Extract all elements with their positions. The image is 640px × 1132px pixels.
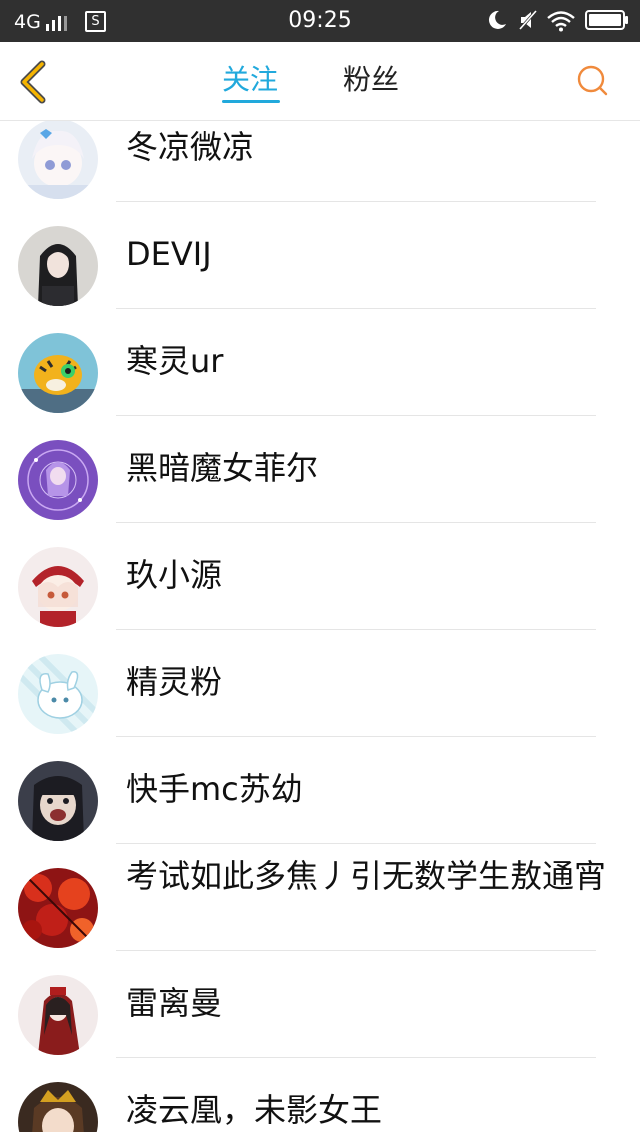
user-name: 快手mc苏幼 (126, 770, 303, 808)
status-bar: 4G S 09:25 (0, 0, 640, 42)
list-item[interactable]: 寒灵ur (0, 309, 640, 416)
avatar[interactable] (18, 121, 98, 199)
list-item[interactable]: 精灵粉 (0, 630, 640, 737)
back-icon[interactable] (16, 60, 50, 104)
user-name: 凌云凰，未影女王 (126, 1091, 383, 1129)
avatar[interactable] (18, 1082, 98, 1132)
list-item[interactable]: 雷离曼 (0, 951, 640, 1058)
user-name: 考试如此多焦丿引无数学生敖通宵 (126, 857, 607, 895)
user-name: 寒灵ur (126, 342, 224, 380)
header: 关注 粉丝 (0, 42, 640, 121)
wifi-icon (547, 11, 575, 32)
user-name: 玖小源 (126, 556, 223, 594)
list-item[interactable]: 冬凉微凉 (0, 121, 640, 202)
list-item[interactable]: 黑暗魔女菲尔 (0, 416, 640, 523)
list-item[interactable]: 考试如此多焦丿引无数学生敖通宵 (0, 844, 640, 951)
user-name: 雷离曼 (126, 984, 223, 1022)
active-tab-indicator (222, 100, 280, 103)
tab-following[interactable]: 关注 (222, 62, 278, 98)
user-name: 黑暗魔女菲尔 (126, 449, 319, 487)
list-item[interactable]: 快手mc苏幼 (0, 737, 640, 844)
user-name: DEVIJ (126, 235, 212, 273)
avatar[interactable] (18, 333, 98, 413)
clock: 09:25 (288, 8, 352, 33)
avatar[interactable] (18, 226, 98, 306)
search-icon[interactable] (574, 62, 610, 98)
list-item[interactable]: 凌云凰，未影女王 (0, 1058, 640, 1132)
tab-fans[interactable]: 粉丝 (343, 62, 399, 98)
avatar[interactable] (18, 975, 98, 1055)
avatar[interactable] (18, 761, 98, 841)
avatar[interactable] (18, 440, 98, 520)
avatar[interactable] (18, 868, 98, 948)
user-name: 冬凉微凉 (126, 128, 255, 166)
moon-icon (488, 10, 506, 29)
avatar[interactable] (18, 654, 98, 734)
following-list: 冬凉微凉 DEVIJ 寒灵ur 黑暗魔女菲尔 玖小源 精灵粉 快手mc苏幼 考试… (0, 121, 640, 1132)
list-item[interactable]: DEVIJ (0, 202, 640, 309)
user-name: 精灵粉 (126, 663, 223, 701)
vibrate-mute-icon (518, 10, 538, 30)
avatar[interactable] (18, 547, 98, 627)
list-item[interactable]: 玖小源 (0, 523, 640, 630)
battery-icon (585, 10, 628, 30)
